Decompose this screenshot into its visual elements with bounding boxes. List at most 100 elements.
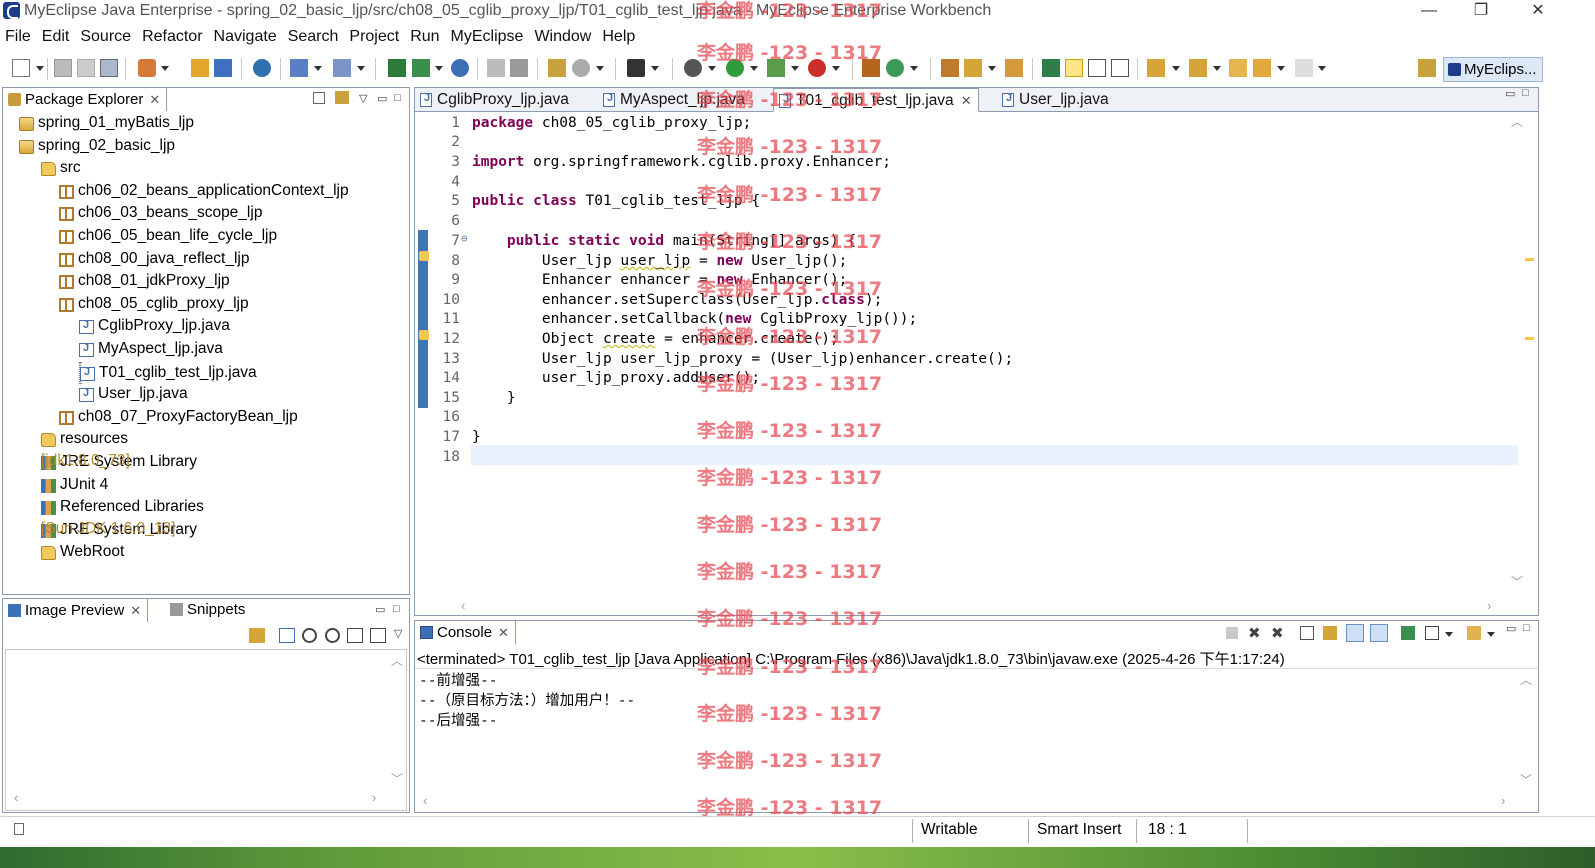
- wand-icon[interactable]: [964, 59, 982, 77]
- scroll-up-icon[interactable]: ︿: [1519, 671, 1533, 688]
- maximize-view-icon[interactable]: □: [1523, 622, 1530, 634]
- menu-project[interactable]: Project: [344, 26, 405, 46]
- scroll-down-icon[interactable]: ﹀: [1519, 771, 1533, 788]
- open-folder-icon[interactable]: [941, 59, 959, 77]
- warning-marker[interactable]: [1525, 337, 1534, 340]
- menu-search[interactable]: Search: [283, 26, 345, 46]
- show-whitespace-icon[interactable]: [1111, 59, 1129, 77]
- run-dropdown-icon[interactable]: [750, 66, 758, 71]
- scroll-left-icon[interactable]: ‹: [14, 790, 18, 805]
- clear-console-icon[interactable]: [1300, 626, 1314, 640]
- display-console-dropdown-icon[interactable]: [1445, 632, 1453, 637]
- scroll-right-icon[interactable]: ›: [1487, 598, 1491, 613]
- stop-server-icon[interactable]: [808, 59, 826, 77]
- camera-dropdown-icon[interactable]: [651, 66, 659, 71]
- fit-window-icon[interactable]: [370, 628, 386, 643]
- forward-dropdown-icon[interactable]: [1318, 66, 1326, 71]
- export-icon[interactable]: [412, 59, 430, 77]
- scroll-down-icon[interactable]: ﹀: [390, 770, 404, 787]
- menu-help[interactable]: Help: [597, 26, 641, 46]
- next-annotation-icon[interactable]: [1147, 59, 1165, 77]
- open-type-icon[interactable]: [214, 59, 232, 77]
- close-icon[interactable]: ✕: [130, 603, 141, 618]
- menu-refactor[interactable]: Refactor: [137, 26, 208, 46]
- new-class-icon[interactable]: [333, 59, 351, 77]
- scroll-left-icon[interactable]: ‹: [423, 793, 427, 808]
- view-menu-icon[interactable]: ▽: [359, 92, 367, 105]
- close-button[interactable]: ✕: [1515, 0, 1561, 24]
- zoom-in-icon[interactable]: [325, 628, 340, 643]
- fold-icon[interactable]: ⊖: [461, 232, 468, 245]
- maximize-editor-icon[interactable]: □: [1522, 87, 1529, 99]
- prev-annotation-icon[interactable]: [1189, 59, 1207, 77]
- maximize-view-icon[interactable]: □: [393, 603, 400, 615]
- minimize-view-icon[interactable]: ▭: [375, 603, 385, 616]
- open-task-icon[interactable]: [548, 59, 566, 77]
- minimize-view-icon[interactable]: ▭: [377, 92, 387, 105]
- remove-launch-icon[interactable]: ✖: [1248, 624, 1261, 642]
- scroll-right-icon[interactable]: ›: [1501, 793, 1505, 808]
- actual-size-icon[interactable]: [347, 628, 363, 643]
- display-console-icon[interactable]: [1425, 626, 1439, 640]
- tab-myaspect[interactable]: MyAspect_ljp.java: [598, 88, 751, 112]
- menu-run[interactable]: Run: [405, 26, 445, 46]
- perspective-myeclipse[interactable]: MyEclips...: [1443, 57, 1543, 82]
- tree-item[interactable]: JRE System Library [jdk1.8.0_73]: [41, 452, 197, 474]
- open-resource-icon[interactable]: [1005, 59, 1023, 77]
- scroll-left-icon[interactable]: ‹: [461, 598, 465, 613]
- new-class-dropdown-icon[interactable]: [357, 66, 365, 71]
- remove-all-terminated-icon[interactable]: ✖: [1271, 624, 1284, 642]
- save-all-icon[interactable]: [77, 59, 95, 77]
- run-tools-icon[interactable]: [767, 59, 785, 77]
- run-tools-dropdown-icon[interactable]: [791, 66, 799, 71]
- view-menu-icon[interactable]: ▽: [394, 627, 402, 640]
- web-browser-icon[interactable]: [253, 59, 271, 77]
- tree-item[interactable]: T01_cglib_test_ljp.java: [79, 361, 257, 384]
- terminate-icon[interactable]: [1226, 627, 1238, 639]
- maximize-view-icon[interactable]: □: [394, 92, 401, 104]
- camera-icon[interactable]: [627, 59, 645, 77]
- fit-icon[interactable]: [279, 628, 295, 643]
- print-icon[interactable]: [100, 59, 118, 77]
- highlight-icon[interactable]: [1065, 59, 1083, 77]
- warning-marker[interactable]: [1525, 258, 1534, 261]
- zoom-out-icon[interactable]: [302, 628, 317, 643]
- tab-cglibproxy[interactable]: CglibProxy_ljp.java: [415, 88, 575, 112]
- search-dropdown-icon[interactable]: [596, 66, 604, 71]
- save-icon[interactable]: [54, 59, 72, 77]
- new-java-project-icon[interactable]: [290, 59, 308, 77]
- sync-icon[interactable]: [249, 628, 265, 643]
- run-icon[interactable]: [726, 59, 744, 77]
- menu-myeclipse[interactable]: MyEclipse: [446, 26, 530, 46]
- scroll-up-icon[interactable]: ︿: [1510, 113, 1524, 130]
- warning-icon[interactable]: [419, 330, 429, 340]
- new-icon[interactable]: [12, 59, 30, 77]
- new-class-wizard-icon[interactable]: [886, 59, 904, 77]
- minimize-view-icon[interactable]: ▭: [1506, 622, 1516, 635]
- server-icon[interactable]: [138, 59, 156, 77]
- tab-console[interactable]: Console ✕: [414, 620, 516, 644]
- close-icon[interactable]: ✕: [961, 93, 972, 108]
- deploy-icon[interactable]: [191, 59, 209, 77]
- open-perspective-icon[interactable]: [1418, 59, 1436, 77]
- code-area[interactable]: 1 2 3 4 5 6 7 8 9 10 11 12 13 14 15 16 17 18 ⊖ package ch…: [429, 113, 1519, 593]
- block-select-icon[interactable]: [1088, 59, 1106, 77]
- debug-dropdown-icon[interactable]: [708, 66, 716, 71]
- back-history-icon[interactable]: [487, 59, 505, 77]
- tab-snippets[interactable]: Snippets: [165, 598, 251, 622]
- back-icon[interactable]: [1253, 59, 1271, 77]
- link-with-editor-icon[interactable]: [335, 91, 349, 104]
- server-dropdown-icon[interactable]: [161, 66, 169, 71]
- pin-console-icon[interactable]: [1401, 626, 1415, 640]
- new-class-wizard-dropdown-icon[interactable]: [910, 66, 918, 71]
- scroll-up-icon[interactable]: ︿: [390, 652, 404, 669]
- tab-package-explorer[interactable]: Package Explorer ✕: [2, 87, 168, 111]
- close-icon[interactable]: ✕: [149, 92, 160, 107]
- scroll-right-icon[interactable]: ›: [372, 790, 376, 805]
- annotation-icon[interactable]: [1042, 59, 1060, 77]
- prev-annotation-dropdown-icon[interactable]: [1213, 66, 1221, 71]
- tab-image-preview[interactable]: Image Preview ✕: [2, 598, 149, 622]
- tab-user-ljp[interactable]: User_ljp.java: [997, 88, 1115, 112]
- menu-source[interactable]: Source: [75, 26, 137, 46]
- globe-icon[interactable]: [451, 59, 469, 77]
